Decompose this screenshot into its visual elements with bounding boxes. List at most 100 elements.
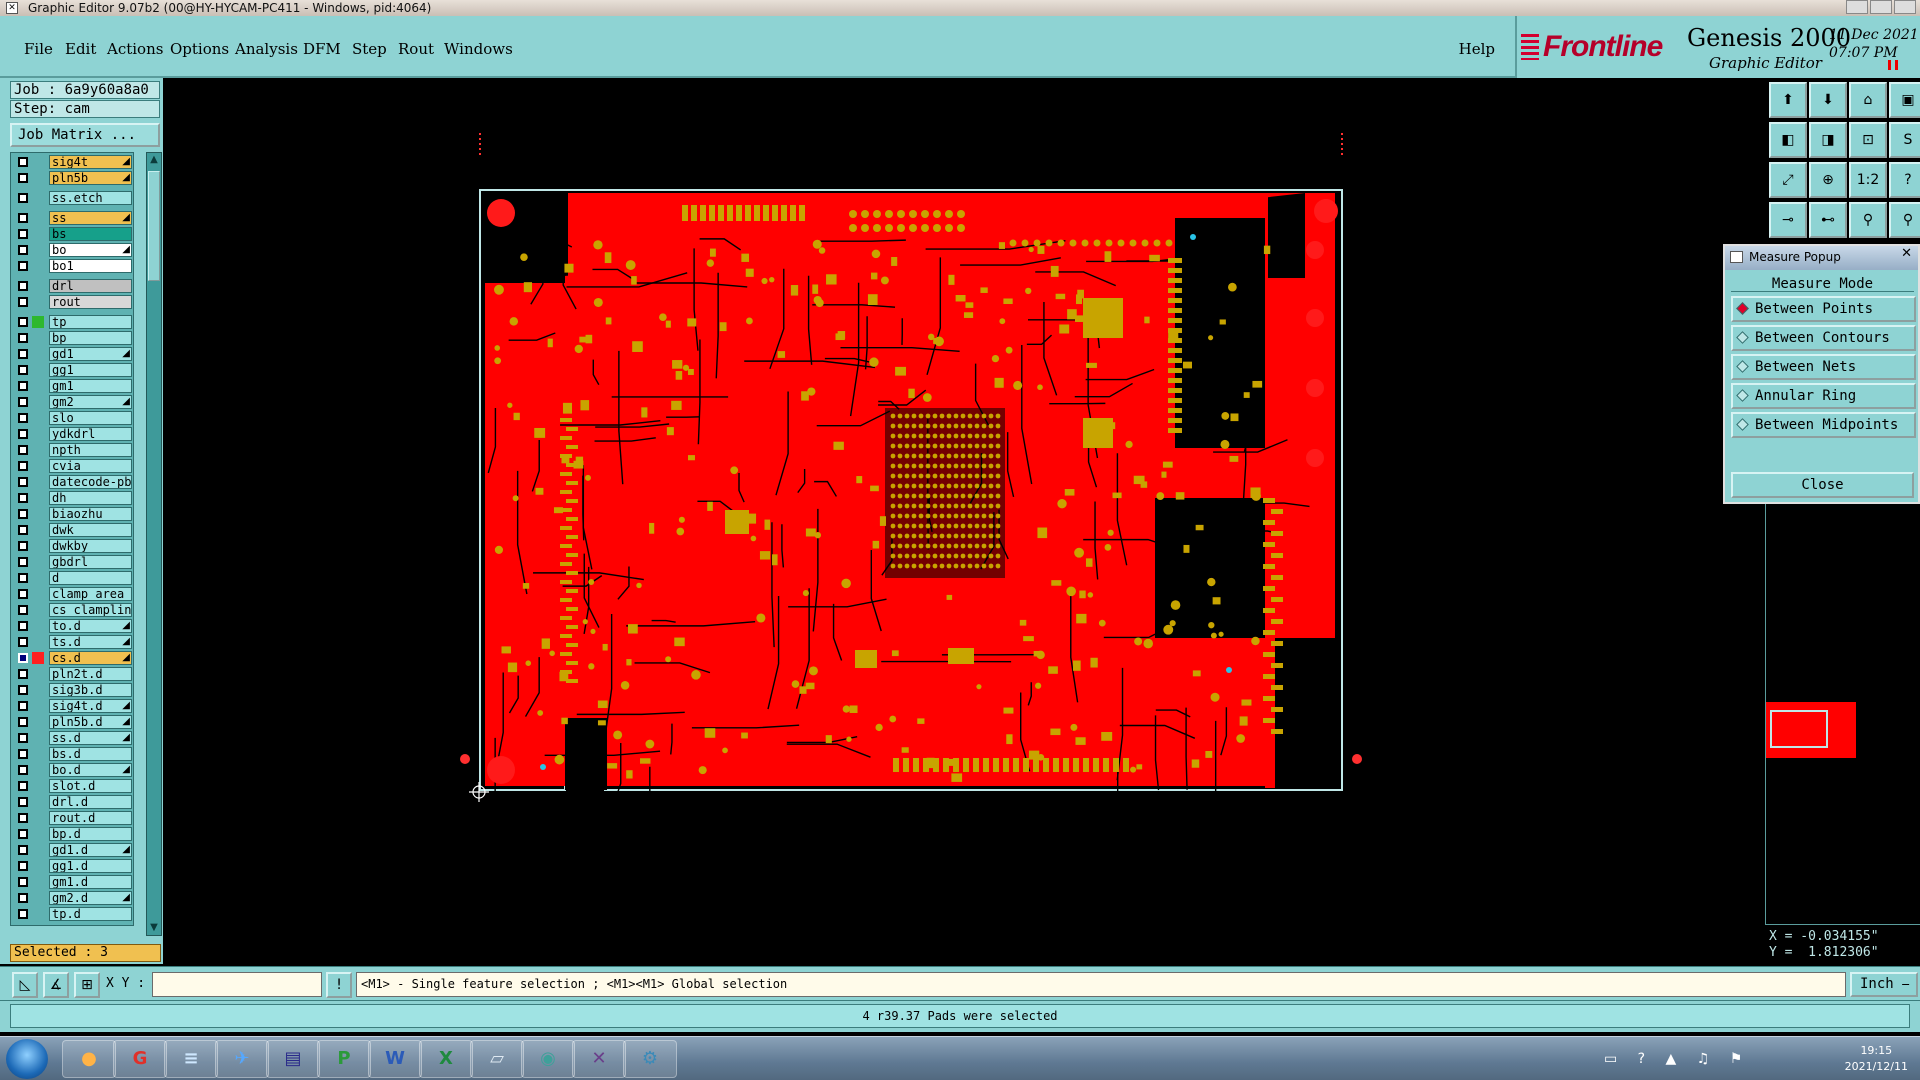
layer-row[interactable]: datecode-pbe xyxy=(11,475,133,489)
layer-row[interactable]: cs_clampline xyxy=(11,603,133,617)
layer-row[interactable]: bo ◢ xyxy=(11,243,133,257)
layer-name[interactable]: gbdrl xyxy=(49,555,132,569)
layer-name[interactable]: gm1.d xyxy=(49,875,132,889)
messenger-icon[interactable]: ✈ xyxy=(215,1040,269,1078)
layer-checkbox[interactable] xyxy=(18,893,28,903)
layer-name[interactable]: slot.d xyxy=(49,779,132,793)
layer-checkbox[interactable] xyxy=(18,573,28,583)
layer-name[interactable]: cvia xyxy=(49,459,132,473)
layer-name[interactable]: ss xyxy=(49,211,132,225)
measure-option[interactable]: Between Nets xyxy=(1731,354,1916,380)
radio-icon[interactable] xyxy=(1736,418,1749,431)
measure-option[interactable]: Between Contours xyxy=(1731,325,1916,351)
layer-row[interactable]: sig4t ◢ xyxy=(11,155,133,169)
layer-name[interactable]: gd1 xyxy=(49,347,132,361)
layer-name[interactable]: gm2.d xyxy=(49,891,132,905)
layer-checkbox[interactable] xyxy=(18,397,28,407)
popup-close-icon[interactable]: ✕ xyxy=(1901,246,1912,261)
layer-row[interactable]: drl.d xyxy=(11,795,133,809)
layer-row[interactable]: bs.d xyxy=(11,747,133,761)
layer-checkbox[interactable] xyxy=(18,193,28,203)
layer-row[interactable]: to.d ◢ xyxy=(11,619,133,633)
tray-icons[interactable]: ▭ ? ▲ ♫ ⚑ xyxy=(1604,1051,1750,1067)
layer-row[interactable]: bo1 xyxy=(11,259,133,273)
clock[interactable]: 19:15 2021/12/11 xyxy=(1845,1043,1908,1075)
layer-name[interactable]: pln2t.d xyxy=(49,667,132,681)
layer-row[interactable]: gd1.d ◢ xyxy=(11,843,133,857)
x-app-icon[interactable]: ✕ xyxy=(572,1040,626,1078)
measure-option[interactable]: Between Points xyxy=(1731,296,1916,322)
layer-checkbox[interactable] xyxy=(18,349,28,359)
menu-dfm[interactable]: DFM xyxy=(303,40,341,58)
menu-step[interactable]: Step xyxy=(352,40,387,58)
layer-name[interactable]: datecode-pbe xyxy=(49,475,132,489)
job-matrix-button[interactable]: Job Matrix ... xyxy=(10,123,160,147)
firefox-icon[interactable]: ● xyxy=(62,1040,116,1078)
layer-name[interactable]: bp.d xyxy=(49,827,132,841)
layer-row[interactable]: gm2 ◢ xyxy=(11,395,133,409)
layer-checkbox[interactable] xyxy=(18,877,28,887)
probe-icon[interactable]: ⊷ xyxy=(1809,202,1847,238)
layer-name[interactable]: d xyxy=(49,571,132,585)
layer-checkbox[interactable] xyxy=(18,797,28,807)
save-disk-icon[interactable]: ▤ xyxy=(266,1040,320,1078)
work-layer-icon[interactable] xyxy=(32,652,44,664)
home-icon[interactable]: ⌂ xyxy=(1849,82,1887,118)
layer-checkbox[interactable] xyxy=(18,229,28,239)
layer-down-icon[interactable]: ⬇ xyxy=(1809,82,1847,118)
layer-row[interactable]: npth xyxy=(11,443,133,457)
radio-icon[interactable] xyxy=(1736,360,1749,373)
layer-row[interactable]: dh xyxy=(11,491,133,505)
layer-row[interactable]: tp xyxy=(11,315,133,329)
layer-row[interactable]: gm2.d ◢ xyxy=(11,891,133,905)
layer-row[interactable]: pln2t.d xyxy=(11,667,133,681)
layer-checkbox[interactable] xyxy=(18,333,28,343)
layer-name[interactable]: pln5b xyxy=(49,171,132,185)
layer-name[interactable]: gm1 xyxy=(49,379,132,393)
layer-row[interactable]: gm1 xyxy=(11,379,133,393)
layer-row[interactable]: gbdrl xyxy=(11,555,133,569)
menu-file[interactable]: File xyxy=(24,40,53,58)
layer-row[interactable]: dwkby xyxy=(11,539,133,553)
layer-row[interactable]: tp.d xyxy=(11,907,133,921)
grid-icon[interactable]: ⊞ xyxy=(74,972,100,998)
layer-checkbox[interactable] xyxy=(18,829,28,839)
maximize-icon[interactable] xyxy=(1870,0,1892,14)
scale-icon[interactable]: 1:2 xyxy=(1849,162,1887,198)
layer-checkbox[interactable] xyxy=(18,621,28,631)
layer-checkbox[interactable] xyxy=(18,261,28,271)
layer-checkbox[interactable] xyxy=(18,733,28,743)
layer-row[interactable]: pln5b ◢ xyxy=(11,171,133,185)
overview-viewport[interactable] xyxy=(1770,710,1828,748)
layer-checkbox[interactable] xyxy=(18,701,28,711)
layer-name[interactable]: cs.d xyxy=(49,651,132,665)
layer-checkbox[interactable] xyxy=(18,813,28,823)
layer-checkbox[interactable] xyxy=(18,557,28,567)
layer-checkbox[interactable] xyxy=(18,541,28,551)
notepad-icon[interactable]: ≡ xyxy=(164,1040,218,1078)
layer-checkbox[interactable] xyxy=(18,749,28,759)
layer-name[interactable]: ts.d xyxy=(49,635,132,649)
layer-row[interactable]: ydkdrl xyxy=(11,427,133,441)
layer-name[interactable]: bo1 xyxy=(49,259,132,273)
layer-checkbox[interactable] xyxy=(18,317,28,327)
layer-checkbox[interactable] xyxy=(18,445,28,455)
p-app-icon[interactable]: P xyxy=(317,1040,371,1078)
layer-checkbox[interactable] xyxy=(18,381,28,391)
layer-name[interactable]: npth xyxy=(49,443,132,457)
layer-name[interactable]: to.d xyxy=(49,619,132,633)
layer-name[interactable]: biaozhu xyxy=(49,507,132,521)
layer-name[interactable]: drl xyxy=(49,279,132,293)
layer-checkbox[interactable] xyxy=(18,717,28,727)
layer-row[interactable]: ss.d ◢ xyxy=(11,731,133,745)
layer-checkbox[interactable] xyxy=(18,157,28,167)
layer-row[interactable]: biaozhu xyxy=(11,507,133,521)
layer-checkbox[interactable] xyxy=(18,297,28,307)
layer-checkbox[interactable] xyxy=(18,477,28,487)
word-icon[interactable]: W xyxy=(368,1040,422,1078)
layer-checkbox[interactable] xyxy=(18,493,28,503)
layer-row[interactable]: gg1.d xyxy=(11,859,133,873)
layer-name[interactable]: drl.d xyxy=(49,795,132,809)
menu-windows[interactable]: Windows xyxy=(444,40,513,58)
layer-name[interactable]: clamp_area xyxy=(49,587,132,601)
